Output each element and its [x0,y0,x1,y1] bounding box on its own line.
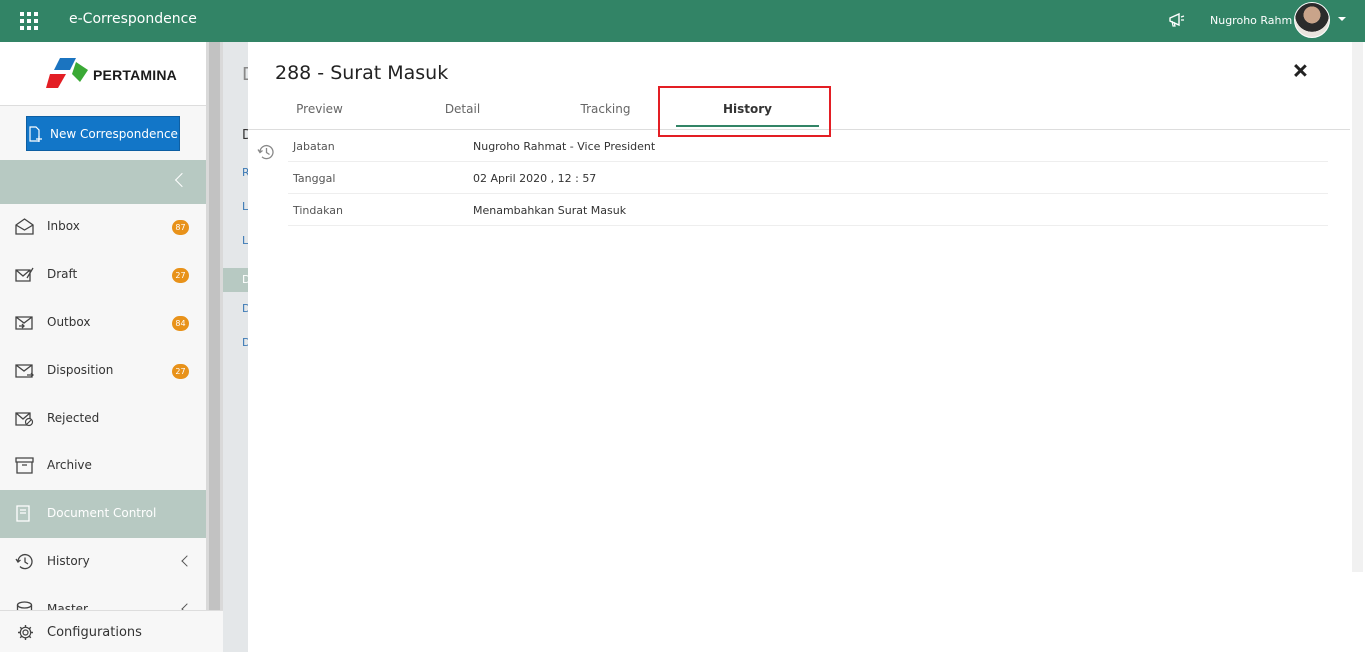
history-row: Jabatan Nugroho Rahmat - Vice President [288,130,1328,162]
new-document-icon [29,125,43,142]
sidebar-item-label: History [47,554,90,568]
scrollbar-thumb[interactable] [1352,42,1363,572]
inbox-icon [15,218,34,235]
document-control-icon [16,505,30,522]
history-row: Tindakan Menambahkan Surat Masuk [288,194,1328,226]
pertamina-logo-icon [46,58,88,88]
sidebar-item-disposition[interactable]: Disposition 27 [0,347,206,395]
configurations-button[interactable]: Configurations [0,610,223,652]
draft-icon [15,267,34,282]
history-value: 02 April 2020 , 12 : 57 [473,172,597,185]
chevron-left-icon [181,555,193,567]
tab-preview[interactable]: Preview [248,102,391,128]
megaphone-icon[interactable] [1168,12,1186,28]
sidebar-item-draft[interactable]: Draft 27 [0,251,206,299]
sidebar-item-label: Draft [47,267,78,281]
count-badge: 27 [172,268,189,283]
configurations-label: Configurations [47,625,142,640]
background-page: D D R L L D D D [223,42,256,652]
tab-bar: Preview Detail Tracking History [248,98,1350,130]
sidebar-item-label: Document Control [47,506,157,520]
history-row: Tanggal 02 April 2020 , 12 : 57 [288,162,1328,194]
tab-tracking[interactable]: Tracking [534,102,677,128]
archive-icon [15,457,34,474]
history-value: Nugroho Rahmat - Vice President [473,140,656,153]
sidebar-item-label: Disposition [47,363,114,377]
chevron-left-icon [181,603,193,610]
history-key: Tanggal [293,172,336,185]
history-icon [257,144,274,160]
tab-history[interactable]: History [676,102,819,128]
new-correspondence-button[interactable]: New Correspondence [26,116,180,151]
tab-detail[interactable]: Detail [391,102,534,128]
history-value: Menambahkan Surat Masuk [473,204,627,217]
sidebar-item-outbox[interactable]: Outbox 84 [0,299,206,347]
background-link-active[interactable]: D [223,268,250,292]
count-badge: 84 [172,316,189,331]
sidebar-item-label: Archive [47,458,92,472]
page-scrollbar[interactable] [1350,42,1365,652]
sidebar-item-document-control[interactable]: Document Control [0,490,206,538]
sidebar-item-history[interactable]: History [0,538,206,586]
user-name[interactable]: Nugroho Rahm [1210,14,1292,27]
avatar[interactable] [1294,2,1330,38]
close-icon[interactable] [1293,64,1307,78]
count-badge: 27 [172,364,189,379]
new-correspondence-label: New Correspondence [50,126,178,141]
chevron-down-icon[interactable] [1338,17,1346,21]
sidebar-scrollbar[interactable] [206,42,223,610]
sidebar-item-master[interactable]: Master [0,586,206,610]
sidebar-item-label: Master [47,602,88,610]
chevron-left-icon[interactable] [174,172,190,188]
scrollbar-thumb[interactable] [209,42,220,610]
sidebar-item-label: Inbox [47,219,80,233]
detail-modal: 288 - Surat Masuk Preview Detail Trackin… [248,42,1350,652]
top-bar: e-Correspondence Nugroho Rahm [0,0,1365,42]
modal-title: 288 - Surat Masuk [275,62,449,84]
rejected-icon [15,412,34,427]
history-key: Jabatan [293,140,335,153]
sidebar-item-rejected[interactable]: Rejected [0,395,206,443]
sidebar-item-inbox[interactable]: Inbox 87 [0,203,206,251]
app-title: e-Correspondence [69,11,197,27]
sidebar-item-label: Rejected [47,411,100,425]
logo-text: PERTAMINA [93,67,177,83]
apps-grid-icon[interactable] [20,12,38,30]
gear-icon [18,625,33,640]
outbox-icon [15,316,33,330]
sidebar: PERTAMINA New Correspondence Inbox 87 Dr… [0,42,223,652]
sidebar-item-label: Outbox [47,315,91,329]
history-key: Tindakan [293,204,344,217]
sidebar-item-archive[interactable]: Archive [0,442,206,490]
sidebar-collapse-bar[interactable] [0,160,206,204]
master-icon [16,601,33,610]
disposition-icon [15,364,34,378]
logo-area: PERTAMINA [0,42,223,106]
history-icon [15,553,33,570]
count-badge: 87 [172,220,189,235]
